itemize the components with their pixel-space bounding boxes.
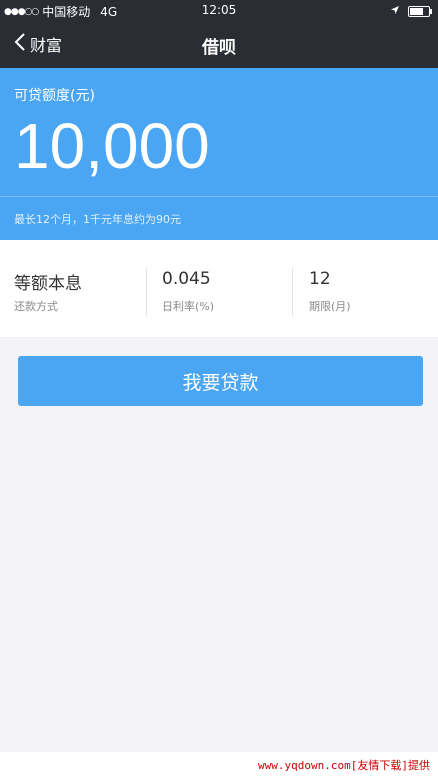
nav-bar: 财富 借呗 <box>0 20 438 68</box>
status-right <box>390 4 432 18</box>
credit-divider <box>0 196 438 197</box>
page-title: 借呗 <box>202 38 236 58</box>
credit-limit-label: 可贷额度(元) <box>14 88 95 104</box>
apply-loan-button[interactable]: 我要贷款 <box>18 356 423 406</box>
status-time: 12:05 <box>201 3 237 17</box>
term-value: 12 <box>309 269 331 289</box>
credit-limit-amount: 10,000 <box>14 110 210 182</box>
term-period: 12 期限(月) <box>292 240 438 337</box>
loan-terms: 等额本息 还款方式 0.045 日利率(%) 12 期限(月) <box>0 240 438 337</box>
term-daily-rate: 0.045 日利率(%) <box>146 240 292 337</box>
term-label: 还款方式 <box>14 300 58 313</box>
credit-note: 最长12个月，1千元年息约为90元 <box>14 213 181 226</box>
term-repayment-method: 等额本息 还款方式 <box>0 240 146 337</box>
status-bar: ●●●○○ 中国移动 4G 12:05 <box>0 0 438 20</box>
credit-limit-panel: 可贷额度(元) 10,000 最长12个月，1千元年息约为90元 <box>0 68 438 240</box>
battery-icon <box>408 5 432 17</box>
location-arrow-icon <box>390 4 400 18</box>
term-value: 0.045 <box>162 269 211 289</box>
watermark-text: www.yqdown.com[友情下载]提供 <box>258 759 430 772</box>
footer-bar: www.yqdown.com[友情下载]提供 <box>0 752 438 776</box>
term-label: 日利率(%) <box>162 300 215 313</box>
battery-fill <box>410 7 423 15</box>
term-label: 期限(月) <box>309 300 351 313</box>
term-value: 等额本息 <box>14 274 82 294</box>
battery-tip <box>430 8 432 14</box>
